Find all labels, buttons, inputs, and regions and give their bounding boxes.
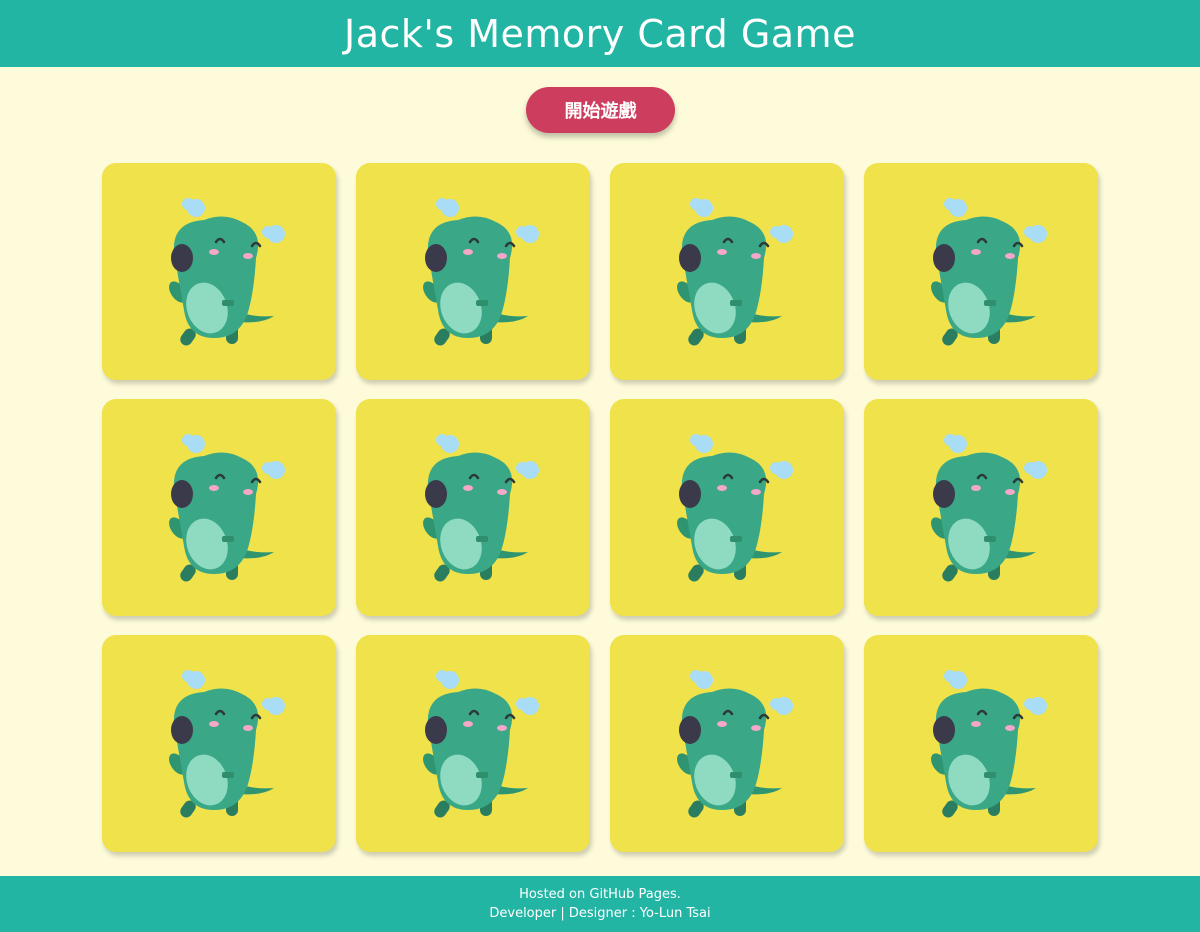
memory-card[interactable] [102, 635, 336, 852]
dinosaur-icon [931, 669, 1047, 817]
start-game-button[interactable]: 開始遊戲 [526, 87, 675, 133]
memory-card[interactable] [356, 635, 590, 852]
memory-card[interactable] [102, 163, 336, 380]
memory-card[interactable] [610, 399, 844, 616]
dinosaur-icon [169, 669, 285, 817]
card-grid [102, 163, 1098, 852]
dinosaur-icon [677, 669, 793, 817]
page-title: Jack's Memory Card Game [344, 11, 856, 56]
memory-card[interactable] [356, 163, 590, 380]
memory-card[interactable] [356, 399, 590, 616]
dinosaur-icon [931, 433, 1047, 581]
dinosaur-icon [677, 197, 793, 345]
footer-bar: Hosted on GitHub Pages. Developer | Desi… [0, 876, 1200, 932]
memory-card[interactable] [864, 399, 1098, 616]
header-bar: Jack's Memory Card Game [0, 0, 1200, 67]
dinosaur-icon [423, 197, 539, 345]
dinosaur-icon [169, 433, 285, 581]
memory-card[interactable] [864, 635, 1098, 852]
dinosaur-icon [423, 433, 539, 581]
memory-card[interactable] [864, 163, 1098, 380]
dinosaur-icon [423, 669, 539, 817]
dinosaur-icon [677, 433, 793, 581]
credits-note: Developer | Designer : Yo-Lun Tsai [489, 906, 711, 921]
hosted-note: Hosted on GitHub Pages. [519, 887, 681, 902]
dinosaur-icon [931, 197, 1047, 345]
memory-card[interactable] [610, 635, 844, 852]
memory-card[interactable] [102, 399, 336, 616]
dinosaur-icon [169, 197, 285, 345]
memory-card[interactable] [610, 163, 844, 380]
